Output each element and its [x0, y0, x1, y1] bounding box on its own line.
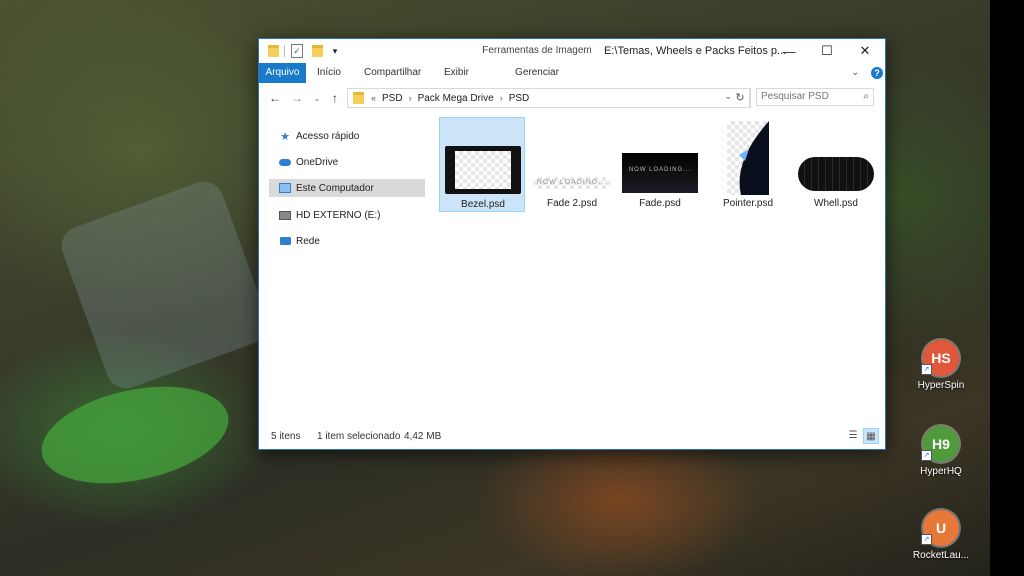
ribbon-expand-icon[interactable]: ⌄ [851, 67, 859, 78]
status-size: 4,42 MB [404, 431, 442, 442]
drive-icon [279, 210, 291, 220]
desktop-icon-label: HyperHQ [920, 466, 962, 477]
chevron-right-icon: › [499, 93, 503, 103]
ribbon-tabs: Arquivo Início Compartilhar Exibir Geren… [259, 63, 885, 86]
navigation-pane: ★ Acesso rápido OneDrive Este Computador… [259, 119, 429, 419]
nav-item-hd-externo[interactable]: HD EXTERNO (E:) [269, 206, 425, 224]
breadcrumb-psd-root[interactable]: PSD [382, 93, 403, 104]
recent-locations-button[interactable]: ⌄ [309, 89, 325, 107]
file-list: Bezel.psd NOW LOADING... Fade 2.psd NOW … [439, 117, 879, 217]
help-icon[interactable]: ? [871, 67, 883, 79]
shortcut-arrow-icon: ↗ [921, 534, 932, 545]
tab-compartilhar[interactable]: Compartilhar [364, 67, 421, 78]
file-item-fade-2[interactable]: NOW LOADING... Fade 2.psd [529, 117, 615, 212]
wallpaper-window-decor [56, 176, 274, 394]
search-icon[interactable]: ⌕ [863, 91, 869, 102]
fade-thumbnail: NOW LOADING... [622, 153, 698, 193]
tab-inicio[interactable]: Início [317, 67, 341, 78]
folder-icon[interactable] [265, 43, 281, 59]
star-icon: ★ [280, 130, 290, 143]
title-bar: ✓ ▾ Ferramentas de Imagem E:\Temas, Whee… [259, 39, 885, 63]
file-name: Pointer.psd [722, 198, 774, 209]
file-name: Whell.psd [814, 198, 858, 209]
status-bar: 5 itens 1 item selecionado 4,42 MB ☰ ▦ [259, 427, 885, 447]
status-item-count: 5 itens [271, 431, 301, 442]
fade2-thumbnail: NOW LOADING... [534, 177, 610, 189]
file-item-fade[interactable]: NOW LOADING... Fade.psd [617, 117, 703, 212]
screen-edge-bar [990, 0, 1024, 576]
desktop-icon-rocketlauncher[interactable]: U ↗ RocketLau... [907, 510, 975, 570]
customize-qa-icon[interactable]: ▾ [327, 43, 343, 59]
file-name: Fade 2.psd [546, 198, 598, 209]
file-item-bezel[interactable]: Bezel.psd [439, 117, 525, 212]
file-name: Bezel.psd [461, 199, 505, 210]
tab-gerenciar[interactable]: Gerenciar [481, 67, 593, 78]
file-explorer-window: ✓ ▾ Ferramentas de Imagem E:\Temas, Whee… [258, 38, 886, 450]
breadcrumb-overflow[interactable]: « [371, 93, 376, 103]
tab-exibir[interactable]: Exibir [444, 67, 469, 78]
back-button[interactable]: ← [267, 89, 283, 107]
large-icons-view-icon[interactable]: ▦ [863, 428, 879, 444]
forward-button[interactable]: → [289, 89, 305, 107]
nav-item-label: Este Computador [296, 182, 374, 194]
computer-icon [279, 183, 291, 193]
tab-arquivo[interactable]: Arquivo [259, 63, 306, 83]
breadcrumb-psd[interactable]: PSD [509, 93, 530, 104]
nav-item-label: Rede [296, 235, 320, 247]
chevron-right-icon: › [408, 93, 412, 103]
shortcut-arrow-icon: ↗ [921, 450, 932, 461]
breadcrumb-pack-mega-drive[interactable]: Pack Mega Drive [418, 93, 494, 104]
nav-item-label: HD EXTERNO (E:) [296, 209, 381, 221]
network-icon [279, 236, 291, 246]
navigation-bar: ← → ⌄ ↑ « PSD › Pack Mega Drive › PSD ⌄ … [259, 85, 885, 111]
details-view-icon[interactable]: ☰ [845, 428, 861, 444]
maximize-button[interactable]: ☐ [808, 39, 846, 63]
search-input[interactable] [757, 89, 855, 104]
pointer-shape [739, 121, 769, 195]
nav-item-acesso-rapido[interactable]: ★ Acesso rápido [269, 127, 425, 145]
file-name: Fade.psd [639, 198, 681, 209]
pointer-thumbnail [727, 121, 769, 195]
shortcut-arrow-icon: ↗ [921, 364, 932, 375]
address-bar[interactable]: « PSD › Pack Mega Drive › PSD ⌄ [347, 88, 751, 108]
nav-item-este-computador[interactable]: Este Computador [269, 179, 425, 197]
nav-item-label: Acesso rápido [296, 130, 360, 142]
window-title: E:\Temas, Wheels e Packs Feitos p... [604, 45, 787, 57]
nav-item-label: OneDrive [296, 156, 339, 168]
desktop-icon-label: RocketLau... [912, 550, 970, 561]
close-button[interactable]: ✕ [846, 39, 884, 63]
refresh-button[interactable]: ↻ [731, 88, 750, 108]
file-item-whell[interactable]: Whell.psd [793, 117, 879, 212]
whell-thumbnail [798, 157, 874, 191]
properties-icon[interactable]: ✓ [289, 43, 305, 59]
nav-item-onedrive[interactable]: OneDrive [269, 153, 425, 171]
nav-item-rede[interactable]: Rede [269, 232, 425, 250]
minimize-button[interactable]: — [770, 39, 808, 63]
status-selection: 1 item selecionado [317, 431, 401, 442]
wallpaper-logo-decor [32, 371, 238, 499]
new-folder-icon[interactable] [309, 43, 325, 59]
cloud-icon [279, 157, 291, 167]
up-button[interactable]: ↑ [327, 89, 343, 107]
context-tab-label[interactable]: Ferramentas de Imagem [481, 45, 593, 56]
qa-separator [284, 45, 285, 57]
bezel-thumbnail [445, 146, 521, 194]
file-item-pointer[interactable]: Pointer.psd [705, 117, 791, 212]
fade2-thumb-text: NOW LOADING... [536, 179, 608, 186]
fade-thumb-text: NOW LOADING... [628, 167, 692, 173]
desktop-icon-hyperhq[interactable]: H9 ↗ HyperHQ [907, 426, 975, 486]
desktop-icon-label: HyperSpin [917, 380, 965, 391]
desktop-icon-hyperspin[interactable]: HS ↗ HyperSpin [907, 340, 975, 400]
search-box[interactable]: ⌕ [756, 88, 874, 106]
address-folder-icon [353, 92, 364, 104]
